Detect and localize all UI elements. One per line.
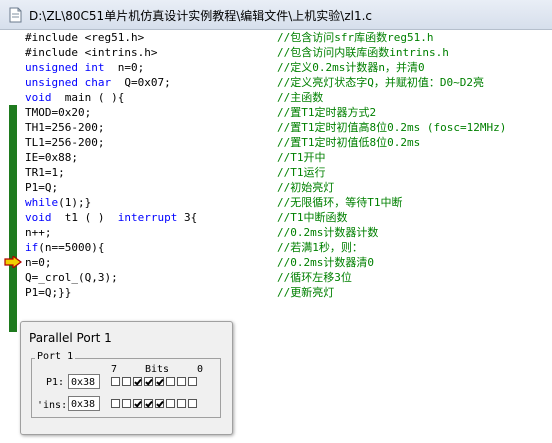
p1-value-field[interactable]: 0x38	[68, 374, 100, 389]
code-comment: //T1运行	[277, 166, 326, 179]
bit-checkbox[interactable]	[166, 399, 175, 408]
code-text: n++;	[25, 226, 52, 239]
code-text: while(1);}	[25, 196, 92, 209]
code-comment: //主函数	[277, 91, 324, 104]
code-text: P1=Q;}}	[25, 286, 72, 299]
bits-label: Bits	[145, 364, 170, 375]
bit-checkbox[interactable]	[144, 377, 153, 386]
bit-checkbox[interactable]	[111, 377, 120, 386]
bit-checkbox[interactable]	[188, 399, 197, 408]
code-comment: //初始亮灯	[277, 181, 335, 194]
code-text: TMOD=0x20;	[25, 106, 92, 119]
title-bar: D:\ZL\80C51单片机仿真设计实例教程\编辑文件\上机实验\zl1.c	[0, 0, 552, 30]
code-comment: //定义亮灯状态字Q，并赋初值：D0~D2亮	[277, 76, 484, 89]
p1-label: P1:	[46, 377, 65, 388]
bit-checkbox[interactable]	[177, 377, 186, 386]
code-comment: //置T1定时器方式2	[277, 106, 377, 119]
code-comment: //包含访问内联库函数intrins.h	[277, 46, 449, 59]
window-title: D:\ZL\80C51单片机仿真设计实例教程\编辑文件\上机实验\zl1.c	[29, 9, 373, 23]
code-comment: //循环左移3位	[277, 271, 352, 284]
bits-msb-label: 7	[111, 364, 118, 375]
bits-lsb-label: 0	[197, 364, 204, 375]
bit-checkbox[interactable]	[155, 377, 164, 386]
code-comment: //T1中断函数	[277, 211, 348, 224]
bit-checkbox[interactable]	[133, 377, 142, 386]
execution-arrow-icon	[4, 256, 22, 268]
port-group-label: Port 1	[35, 351, 76, 362]
bit-checkbox[interactable]	[188, 377, 197, 386]
pins-value-field[interactable]: 0x38	[68, 396, 100, 411]
bit-checkbox[interactable]	[177, 399, 186, 408]
code-text: void main ( ){	[25, 91, 125, 104]
code-text: TR1=1;	[25, 166, 65, 179]
bit-checkbox[interactable]	[155, 399, 164, 408]
code-comment: //置T1定时初值低8位0.2ms	[277, 136, 421, 149]
code-comment: //定义0.2ms计数器n，并清0	[277, 61, 425, 74]
pins-label: 'ins:	[37, 400, 68, 411]
code-text: Q=_crol_(Q,3);	[25, 271, 118, 284]
p1-bits	[111, 377, 199, 386]
dialog-title: Parallel Port 1	[29, 331, 112, 345]
coverage-gutter-bar	[9, 105, 17, 332]
code-text: IE=0x88;	[25, 151, 78, 164]
code-text: P1=Q;	[25, 181, 59, 194]
bit-checkbox[interactable]	[166, 377, 175, 386]
code-text: TH1=256-200;	[25, 121, 105, 134]
code-comment: //无限循环，等待T1中断	[277, 196, 403, 209]
bit-checkbox[interactable]	[122, 377, 131, 386]
bit-checkbox[interactable]	[133, 399, 142, 408]
c-file-icon	[9, 7, 22, 23]
code-text: unsigned int n=0;	[25, 61, 145, 74]
code-text: if(n==5000){	[25, 241, 105, 254]
code-comment: //若满1秒，则：	[277, 241, 363, 254]
code-comment: //T1开中	[277, 151, 326, 164]
code-text: n=0;	[25, 256, 52, 269]
bit-checkbox[interactable]	[122, 399, 131, 408]
code-comment: //0.2ms计数器计数	[277, 226, 379, 239]
code-comment: //包含访问sfr库函数reg51.h	[277, 31, 434, 44]
code-text: TL1=256-200;	[25, 136, 105, 149]
code-text: #include <intrins.h>	[25, 46, 158, 59]
code-text: unsigned char Q=0x07;	[25, 76, 171, 89]
bit-checkbox[interactable]	[144, 399, 153, 408]
pins-bits	[111, 399, 199, 408]
parallel-port-dialog[interactable]: Parallel Port 1 Port 1 7 Bits 0 P1: 0x38…	[20, 321, 233, 435]
code-comment: //置T1定时初值高8位0.2ms (fosc=12MHz)	[277, 121, 507, 134]
code-text: void t1 ( ) interrupt 3{	[25, 211, 198, 224]
bit-checkbox[interactable]	[111, 399, 120, 408]
code-text: #include <reg51.h>	[25, 31, 145, 44]
code-comment: //更新亮灯	[277, 286, 335, 299]
code-comment: //0.2ms计数器清0	[277, 256, 374, 269]
